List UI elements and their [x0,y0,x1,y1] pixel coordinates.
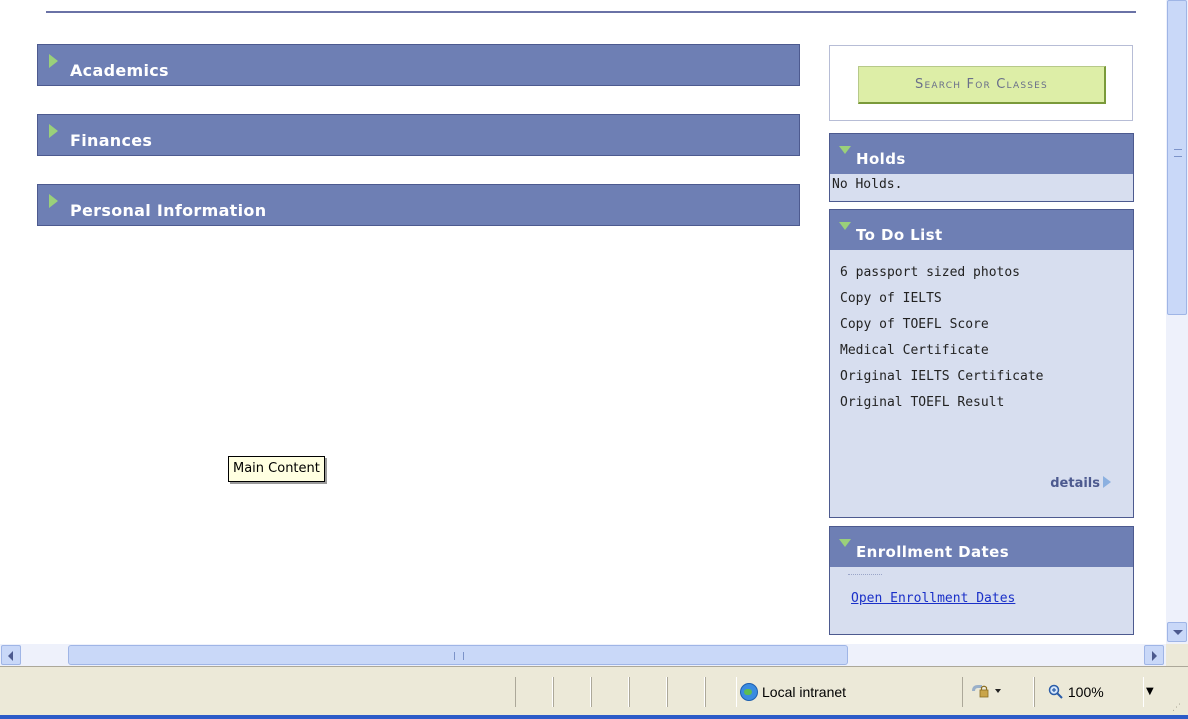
search-for-classes-button[interactable]: Search For Classes [858,66,1106,104]
search-box: Search For Classes [829,45,1133,121]
section-academics-label: Academics [70,61,169,80]
zoom-icon [1048,684,1063,699]
status-cell [667,677,705,707]
todo-panel: To Do List 6 passport sized photos Copy … [829,209,1134,518]
zoom-dropdown-icon[interactable]: ▼ [1146,677,1154,707]
zone-label: Local intranet [762,684,847,700]
status-cell [591,677,629,707]
collapse-arrow-icon [839,222,851,230]
details-arrow-icon [1103,476,1111,488]
status-cell [515,677,553,707]
enrollment-title: Enrollment Dates [856,543,1010,561]
details-label: details [1050,476,1100,491]
todo-title: To Do List [856,226,943,244]
section-academics[interactable]: Academics [37,44,800,86]
holds-body: No Holds. [830,174,1133,192]
list-item: Copy of IELTS [840,291,942,306]
section-finances-label: Finances [70,131,153,150]
expand-arrow-icon [49,194,58,208]
open-enrollment-dates-link[interactable]: Open Enrollment Dates [851,591,1015,606]
horizontal-scroll-thumb[interactable] [68,645,848,665]
vertical-scroll-thumb[interactable] [1167,0,1187,315]
expand-arrow-icon [49,54,58,68]
enrollment-panel: Enrollment Dates Open Enrollment Dates [829,526,1134,635]
section-personal-information-label: Personal Information [70,201,267,220]
status-cell [705,677,737,707]
holds-panel: Holds No Holds. [829,133,1134,202]
chevron-down-icon [1173,630,1183,635]
details-link[interactable]: details [1050,476,1111,491]
collapse-arrow-icon [839,539,851,547]
holds-title: Holds [856,150,906,168]
collapse-arrow-icon [839,146,851,154]
top-divider [46,11,1136,13]
vertical-scrollbar[interactable] [1166,0,1188,644]
list-item: 6 passport sized photos [840,265,1021,280]
todo-list: 6 passport sized photos Copy of IELTS Co… [830,250,1133,416]
main-content-area: Academics Finances Personal Information … [0,0,1166,644]
security-icon[interactable] [970,682,1020,702]
resize-grip-icon[interactable]: ⋰ [1172,703,1181,713]
chevron-right-icon [1152,651,1157,661]
grip-icon [454,652,464,660]
scroll-right-button[interactable] [1144,645,1164,665]
zoom-label: 100% [1067,684,1104,700]
enrollment-header[interactable]: Enrollment Dates [830,527,1133,567]
expand-arrow-icon [49,124,58,138]
globe-icon [740,683,758,701]
protected-mode-icon [972,685,1001,698]
scroll-left-button[interactable] [1,645,21,665]
holds-text: No Holds. [832,177,903,192]
list-item: Original TOEFL Result [840,395,1005,410]
status-cell [629,677,667,707]
status-cell [553,677,591,707]
list-item: Medical Certificate [840,343,989,358]
security-zone[interactable]: Local intranet [740,677,962,707]
list-item: Original IELTS Certificate [840,369,1044,384]
holds-header[interactable]: Holds [830,134,1133,174]
enrollment-body: Open Enrollment Dates [830,575,1133,606]
zoom-level[interactable]: 100% [1048,677,1104,707]
scroll-down-button[interactable] [1167,622,1187,642]
grip-icon [1174,149,1182,157]
status-bar: Local intranet 100% ▼ ⋰ [0,666,1188,719]
scrollbar-corner [1166,644,1188,666]
todo-header[interactable]: To Do List [830,210,1133,250]
list-item: Copy of TOEFL Score [840,317,989,332]
tooltip: Main Content [228,456,325,482]
taskbar-edge [0,715,1188,719]
horizontal-scrollbar[interactable] [0,644,1166,666]
section-finances[interactable]: Finances [37,114,800,156]
section-personal-information[interactable]: Personal Information [37,184,800,226]
chevron-left-icon [8,651,13,661]
